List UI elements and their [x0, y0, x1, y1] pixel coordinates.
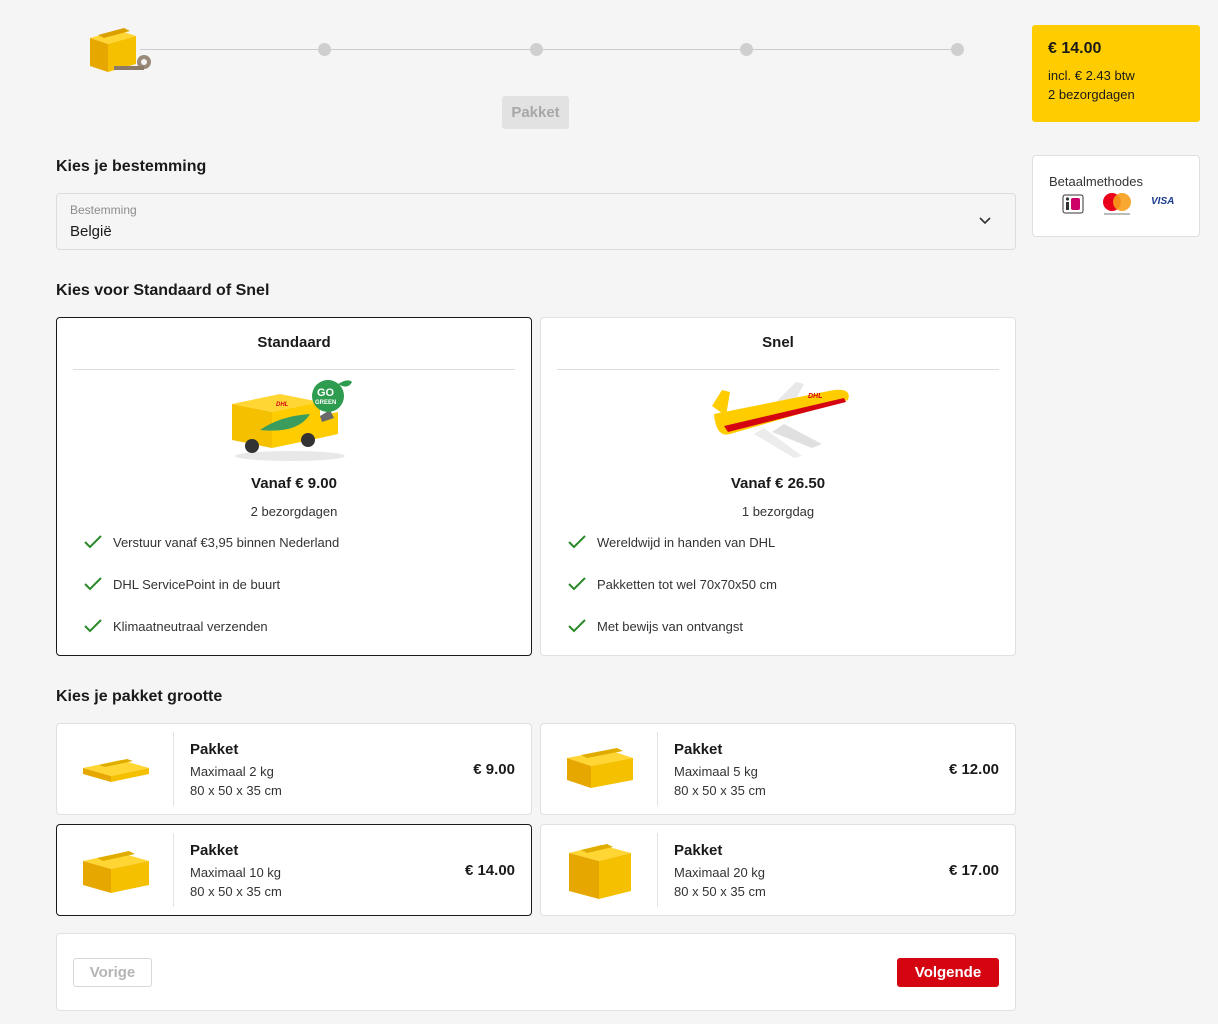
package-dimensions: 80 x 50 x 35 cm [190, 884, 282, 899]
package-dimensions: 80 x 50 x 35 cm [674, 884, 766, 899]
service-days: 1 bezorgdag [741, 504, 815, 519]
summary-days: 2 bezorgdagen [1048, 87, 1135, 102]
check-icon [84, 577, 102, 591]
divider [73, 369, 515, 370]
small-box-icon [567, 748, 633, 788]
feature-text: DHL ServicePoint in de buurt [113, 576, 281, 592]
next-button[interactable]: Volgende [897, 958, 999, 987]
progress-line [140, 49, 960, 50]
delivery-van-icon: DHL GO GREEN [232, 380, 352, 461]
visa-icon: VISA [1151, 196, 1175, 207]
package-title: Kies je pakket grootte [56, 688, 223, 705]
service-name: Snel [762, 334, 794, 351]
destination-label: Bestemming [70, 203, 137, 217]
feature-item: Pakketten tot wel 70x70x50 cm [567, 576, 777, 592]
flat-box-icon [83, 759, 149, 782]
service-card-snel[interactable]: Snel DHL Vanaf € 26.50 1 bezorgdag Werel… [540, 317, 1016, 656]
check-icon [84, 619, 102, 633]
package-dimensions: 80 x 50 x 35 cm [190, 783, 282, 798]
svg-text:GREEN: GREEN [315, 400, 336, 406]
feature-item: Wereldwijd in handen van DHL [567, 534, 775, 550]
package-name: Pakket [190, 842, 239, 859]
progress-bar [80, 20, 980, 100]
check-icon [84, 535, 102, 549]
progress-step-5 [951, 43, 964, 56]
airplane-icon: DHL [712, 382, 849, 458]
previous-button[interactable]: Vorige [73, 958, 152, 987]
progress-step-4 [740, 43, 753, 56]
package-option-10kg[interactable]: Pakket Maximaal 10 kg 80 x 50 x 35 cm € … [56, 824, 532, 916]
package-weight: Maximaal 5 kg [674, 764, 758, 779]
progress-step-2 [318, 43, 331, 56]
chevron-down-icon [979, 217, 991, 225]
divider [557, 369, 999, 370]
progress-step-3 [530, 43, 543, 56]
divider [173, 833, 174, 907]
wizard-navigation: Vorige Volgende [56, 933, 1016, 1011]
feature-text: Met bewijs van ontvangst [597, 618, 743, 634]
service-price: Vanaf € 26.50 [730, 475, 826, 492]
package-weight: Maximaal 10 kg [190, 865, 282, 880]
medium-box-icon [83, 851, 149, 893]
service-price: Vanaf € 9.00 [251, 475, 337, 492]
check-icon [568, 619, 586, 633]
divider [173, 732, 174, 806]
package-weight: Maximaal 2 kg [190, 764, 274, 779]
package-option-20kg[interactable]: Pakket Maximaal 20 kg 80 x 50 x 35 cm € … [540, 824, 1016, 916]
package-price: € 12.00 [948, 761, 999, 778]
mastercard-icon [1103, 193, 1131, 215]
package-price: € 14.00 [464, 862, 515, 879]
payment-title: Betaalmethodes [1049, 174, 1143, 189]
service-title: Kies voor Standaard of Snel [56, 282, 270, 299]
package-dimensions: 80 x 50 x 35 cm [674, 783, 766, 798]
divider [657, 833, 658, 907]
summary-vat: incl. € 2.43 btw [1048, 68, 1135, 83]
feature-item: DHL ServicePoint in de buurt [83, 576, 280, 592]
destination-select[interactable]: Bestemming België [56, 193, 1016, 250]
service-name: Standaard [257, 334, 331, 351]
feature-text: Pakketten tot wel 70x70x50 cm [597, 576, 777, 592]
feature-text: Wereldwijd in handen van DHL [597, 534, 776, 550]
divider [657, 732, 658, 806]
feature-item: Verstuur vanaf €3,95 binnen Nederland [83, 534, 339, 550]
package-name: Pakket [190, 741, 239, 758]
summary-total: € 14.00 [1048, 40, 1102, 57]
svg-text:DHL: DHL [808, 393, 822, 400]
feature-item: Met bewijs van ontvangst [567, 618, 743, 634]
package-option-2kg[interactable]: Pakket Maximaal 2 kg 80 x 50 x 35 cm € 9… [56, 723, 532, 815]
feature-text: Klimaatneutraal verzenden [113, 618, 268, 634]
ideal-icon [1062, 194, 1084, 214]
package-hero-icon [90, 28, 151, 72]
order-summary: € 14.00 incl. € 2.43 btw 2 bezorgdagen [1032, 25, 1200, 122]
destination-value: België [70, 223, 112, 240]
destination-title: Kies je bestemming [56, 158, 207, 175]
feature-text: Verstuur vanaf €3,95 binnen Nederland [113, 534, 340, 550]
large-box-icon [569, 844, 631, 899]
package-price: € 9.00 [473, 761, 515, 778]
package-weight: Maximaal 20 kg [674, 865, 766, 880]
svg-text:GO: GO [317, 387, 335, 399]
service-card-standaard[interactable]: Standaard DHL GO GREEN Vanaf € 9.00 2 be… [56, 317, 532, 656]
package-name: Pakket [674, 741, 723, 758]
service-days: 2 bezorgdagen [250, 504, 338, 519]
svg-text:DHL: DHL [276, 402, 289, 408]
check-icon [568, 577, 586, 591]
check-icon [568, 535, 586, 549]
package-option-5kg[interactable]: Pakket Maximaal 5 kg 80 x 50 x 35 cm € 1… [540, 723, 1016, 815]
package-price: € 17.00 [948, 862, 999, 879]
package-name: Pakket [674, 842, 723, 859]
feature-item: Klimaatneutraal verzenden [83, 618, 268, 634]
current-step-label: Pakket [502, 96, 569, 129]
payment-methods: Betaalmethodes VISA [1032, 155, 1200, 237]
